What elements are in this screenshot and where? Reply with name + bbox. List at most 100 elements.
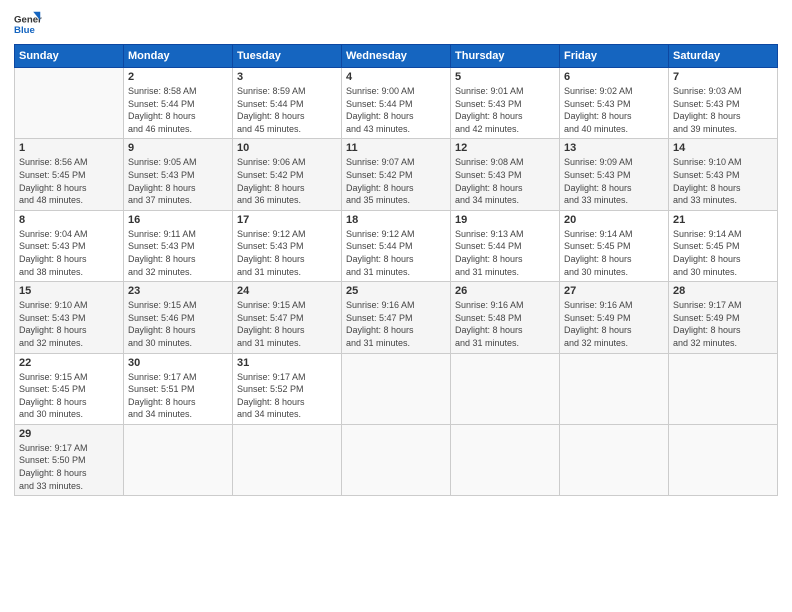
day-detail: Sunrise: 9:12 AM Sunset: 5:43 PM Dayligh… (237, 228, 337, 278)
calendar-cell: 13 Sunrise: 9:09 AM Sunset: 5:43 PM Dayli… (560, 139, 669, 210)
calendar-cell (233, 424, 342, 495)
calendar-cell (560, 424, 669, 495)
calendar-cell: 19Sunrise: 9:13 AM Sunset: 5:44 PM Dayli… (451, 210, 560, 281)
col-header-monday: Monday (124, 45, 233, 68)
day-detail: Sunrise: 9:15 AM Sunset: 5:47 PM Dayligh… (237, 299, 337, 349)
day-detail: Sunrise: 9:04 AM Sunset: 5:43 PM Dayligh… (19, 228, 119, 278)
calendar-cell (669, 353, 778, 424)
day-detail: Sunrise: 9:17 AM Sunset: 5:51 PM Dayligh… (128, 371, 228, 421)
day-detail: Sunrise: 9:11 AM Sunset: 5:43 PM Dayligh… (128, 228, 228, 278)
day-number: 5 (455, 71, 555, 83)
calendar-cell: 16Sunrise: 9:11 AM Sunset: 5:43 PM Dayli… (124, 210, 233, 281)
day-number: 22 (19, 357, 119, 369)
calendar-cell: 4 Sunrise: 9:00 AM Sunset: 5:44 PM Daylig… (342, 68, 451, 139)
day-detail: Sunrise: 9:03 AM Sunset: 5:43 PM Dayligh… (673, 85, 773, 135)
day-detail: Sunrise: 9:16 AM Sunset: 5:48 PM Dayligh… (455, 299, 555, 349)
calendar-cell: 22 Sunrise: 9:15 AM Sunset: 5:45 PM Dayli… (15, 353, 124, 424)
day-number: 21 (673, 214, 773, 226)
day-number: 17 (237, 214, 337, 226)
calendar-cell: 18 Sunrise: 9:12 AM Sunset: 5:44 PM Dayli… (342, 210, 451, 281)
calendar-cell (669, 424, 778, 495)
calendar-week-5: 29Sunrise: 9:17 AM Sunset: 5:50 PM Dayli… (15, 424, 778, 495)
day-number: 18 (346, 214, 446, 226)
day-number: 3 (237, 71, 337, 83)
calendar-cell: 1 Sunrise: 8:56 AM Sunset: 5:45 PM Daylig… (15, 139, 124, 210)
day-detail: Sunrise: 9:09 AM Sunset: 5:43 PM Dayligh… (564, 156, 664, 206)
day-detail: Sunrise: 8:56 AM Sunset: 5:45 PM Dayligh… (19, 156, 119, 206)
calendar-cell: 12Sunrise: 9:08 AM Sunset: 5:43 PM Dayli… (451, 139, 560, 210)
calendar-week-3: 15 Sunrise: 9:10 AM Sunset: 5:43 PM Dayli… (15, 282, 778, 353)
calendar-cell: 7 Sunrise: 9:03 AM Sunset: 5:43 PM Daylig… (669, 68, 778, 139)
header: General Blue (14, 10, 778, 38)
col-header-sunday: Sunday (15, 45, 124, 68)
day-number: 2 (128, 71, 228, 83)
calendar-cell (15, 68, 124, 139)
calendar-cell: 29Sunrise: 9:17 AM Sunset: 5:50 PM Dayli… (15, 424, 124, 495)
day-number: 6 (564, 71, 664, 83)
day-detail: Sunrise: 9:10 AM Sunset: 5:43 PM Dayligh… (19, 299, 119, 349)
day-number: 23 (128, 285, 228, 297)
day-number: 26 (455, 285, 555, 297)
calendar-cell: 28Sunrise: 9:17 AM Sunset: 5:49 PM Dayli… (669, 282, 778, 353)
calendar-week-1: 1 Sunrise: 8:56 AM Sunset: 5:45 PM Daylig… (15, 139, 778, 210)
calendar-cell: 5 Sunrise: 9:01 AM Sunset: 5:43 PM Daylig… (451, 68, 560, 139)
day-detail: Sunrise: 9:01 AM Sunset: 5:43 PM Dayligh… (455, 85, 555, 135)
day-number: 31 (237, 357, 337, 369)
calendar-cell (560, 353, 669, 424)
calendar-cell: 25Sunrise: 9:16 AM Sunset: 5:47 PM Dayli… (342, 282, 451, 353)
col-header-saturday: Saturday (669, 45, 778, 68)
day-number: 7 (673, 71, 773, 83)
day-detail: Sunrise: 9:17 AM Sunset: 5:52 PM Dayligh… (237, 371, 337, 421)
day-detail: Sunrise: 9:14 AM Sunset: 5:45 PM Dayligh… (564, 228, 664, 278)
calendar-cell: 17 Sunrise: 9:12 AM Sunset: 5:43 PM Dayli… (233, 210, 342, 281)
calendar-table: SundayMondayTuesdayWednesdayThursdayFrid… (14, 44, 778, 496)
day-detail: Sunrise: 8:58 AM Sunset: 5:44 PM Dayligh… (128, 85, 228, 135)
calendar-cell: 26 Sunrise: 9:16 AM Sunset: 5:48 PM Dayli… (451, 282, 560, 353)
svg-text:Blue: Blue (14, 25, 35, 36)
day-number: 29 (19, 428, 119, 440)
day-detail: Sunrise: 9:15 AM Sunset: 5:45 PM Dayligh… (19, 371, 119, 421)
page-container: General Blue SundayMondayTuesdayWednesda… (0, 0, 792, 506)
day-number: 10 (237, 142, 337, 154)
calendar-cell: 3Sunrise: 8:59 AM Sunset: 5:44 PM Daylig… (233, 68, 342, 139)
calendar-cell (451, 353, 560, 424)
day-detail: Sunrise: 9:16 AM Sunset: 5:49 PM Dayligh… (564, 299, 664, 349)
calendar-week-2: 8 Sunrise: 9:04 AM Sunset: 5:43 PM Daylig… (15, 210, 778, 281)
calendar-cell: 14 Sunrise: 9:10 AM Sunset: 5:43 PM Dayli… (669, 139, 778, 210)
logo: General Blue (14, 10, 42, 38)
day-number: 1 (19, 142, 119, 154)
day-number: 9 (128, 142, 228, 154)
day-detail: Sunrise: 9:06 AM Sunset: 5:42 PM Dayligh… (237, 156, 337, 206)
day-number: 15 (19, 285, 119, 297)
day-detail: Sunrise: 9:00 AM Sunset: 5:44 PM Dayligh… (346, 85, 446, 135)
calendar-cell: 20 Sunrise: 9:14 AM Sunset: 5:45 PM Dayli… (560, 210, 669, 281)
day-detail: Sunrise: 9:05 AM Sunset: 5:43 PM Dayligh… (128, 156, 228, 206)
day-detail: Sunrise: 9:15 AM Sunset: 5:46 PM Dayligh… (128, 299, 228, 349)
day-detail: Sunrise: 9:13 AM Sunset: 5:44 PM Dayligh… (455, 228, 555, 278)
day-number: 11 (346, 142, 446, 154)
day-number: 4 (346, 71, 446, 83)
calendar-cell (451, 424, 560, 495)
calendar-cell (342, 353, 451, 424)
calendar-cell: 8 Sunrise: 9:04 AM Sunset: 5:43 PM Daylig… (15, 210, 124, 281)
day-number: 27 (564, 285, 664, 297)
day-detail: Sunrise: 9:14 AM Sunset: 5:45 PM Dayligh… (673, 228, 773, 278)
day-number: 13 (564, 142, 664, 154)
col-header-thursday: Thursday (451, 45, 560, 68)
calendar-cell: 30Sunrise: 9:17 AM Sunset: 5:51 PM Dayli… (124, 353, 233, 424)
calendar-cell: 2 Sunrise: 8:58 AM Sunset: 5:44 PM Daylig… (124, 68, 233, 139)
day-detail: Sunrise: 9:10 AM Sunset: 5:43 PM Dayligh… (673, 156, 773, 206)
day-detail: Sunrise: 9:02 AM Sunset: 5:43 PM Dayligh… (564, 85, 664, 135)
calendar-cell: 23 Sunrise: 9:15 AM Sunset: 5:46 PM Dayli… (124, 282, 233, 353)
calendar-week-0: 2 Sunrise: 8:58 AM Sunset: 5:44 PM Daylig… (15, 68, 778, 139)
day-number: 20 (564, 214, 664, 226)
day-number: 8 (19, 214, 119, 226)
calendar-cell (342, 424, 451, 495)
day-detail: Sunrise: 9:16 AM Sunset: 5:47 PM Dayligh… (346, 299, 446, 349)
col-header-friday: Friday (560, 45, 669, 68)
day-number: 14 (673, 142, 773, 154)
day-detail: Sunrise: 9:12 AM Sunset: 5:44 PM Dayligh… (346, 228, 446, 278)
logo-icon: General Blue (14, 10, 42, 38)
calendar-cell (124, 424, 233, 495)
day-detail: Sunrise: 9:17 AM Sunset: 5:49 PM Dayligh… (673, 299, 773, 349)
